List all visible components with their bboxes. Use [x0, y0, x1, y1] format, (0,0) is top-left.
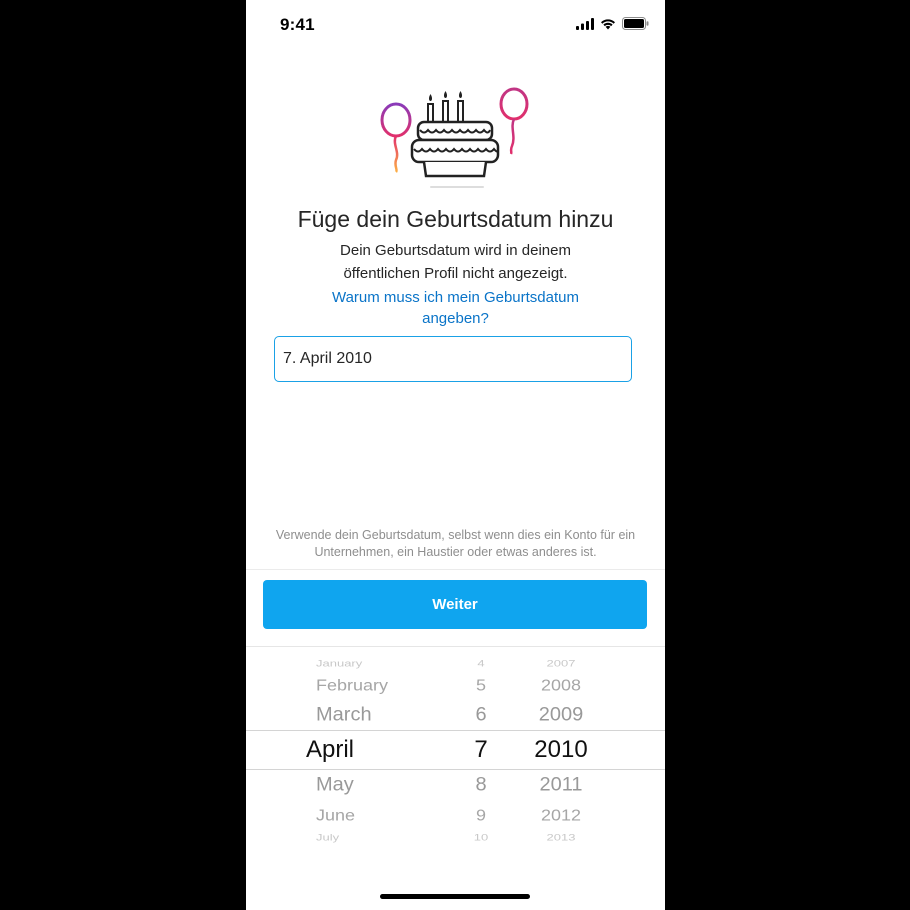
picker-day-option[interactable]: 5	[461, 676, 501, 694]
page-title: Füge dein Geburtsdatum hinzu	[297, 206, 614, 232]
signal-icon	[576, 17, 594, 30]
picker-day-option[interactable]: 9	[461, 806, 501, 824]
picker-day-option[interactable]: 4	[461, 658, 501, 669]
birthday-input-value: 7. April 2010	[283, 350, 372, 367]
why-birthday-link[interactable]: Warum muss ich mein Geburtsdatum angeben…	[326, 287, 585, 329]
home-indicator[interactable]	[380, 894, 530, 899]
picker-year-option[interactable]: 2013	[516, 832, 606, 843]
picker-year-option[interactable]: 2012	[516, 806, 606, 824]
birthday-cake-icon	[380, 87, 529, 188]
status-icons	[576, 17, 649, 30]
picker-month-option[interactable]: March	[306, 705, 372, 727]
picker-month-option[interactable]: January	[306, 658, 362, 669]
picker-year-option[interactable]: 2011	[516, 775, 606, 797]
continue-button[interactable]: Weiter	[263, 580, 647, 629]
picker-year-selected[interactable]: 2010	[516, 736, 606, 764]
wifi-icon	[601, 18, 615, 29]
divider	[246, 646, 665, 647]
picker-month-selected[interactable]: April	[306, 736, 354, 764]
picker-month-option[interactable]: May	[306, 775, 354, 797]
subtitle: Dein Geburtsdatum wird in deinem öffentl…	[340, 242, 571, 282]
birthday-input[interactable]: 7. April 2010	[274, 336, 632, 382]
picker-month-option[interactable]: February	[306, 676, 388, 694]
picker-day-option[interactable]: 6	[461, 705, 501, 727]
status-time: 9:41	[280, 15, 315, 34]
picker-year-option[interactable]: 2008	[516, 676, 606, 694]
picker-year-option[interactable]: 2009	[516, 705, 606, 727]
picker-month-option[interactable]: July	[306, 832, 339, 843]
helper-note: Verwende dein Geburtsdatum, selbst wenn …	[275, 528, 636, 559]
picker-selection-bottom	[246, 769, 665, 770]
date-picker[interactable]: January February March April May June July 4 5 6 7…	[246, 648, 665, 853]
battery-icon	[622, 17, 649, 30]
picker-selection-top	[246, 730, 665, 731]
picker-month-option[interactable]: June	[306, 806, 355, 824]
divider	[246, 569, 665, 570]
picker-day-option[interactable]: 10	[461, 832, 501, 843]
picker-day-option[interactable]: 8	[461, 775, 501, 797]
picker-year-option[interactable]: 2007	[516, 658, 606, 669]
picker-day-selected[interactable]: 7	[461, 736, 501, 764]
status-bar: 9:41	[246, 0, 665, 50]
phone-screen: 9:41 Füge dein Geburtsdatum hinzu Dein G…	[246, 0, 665, 910]
